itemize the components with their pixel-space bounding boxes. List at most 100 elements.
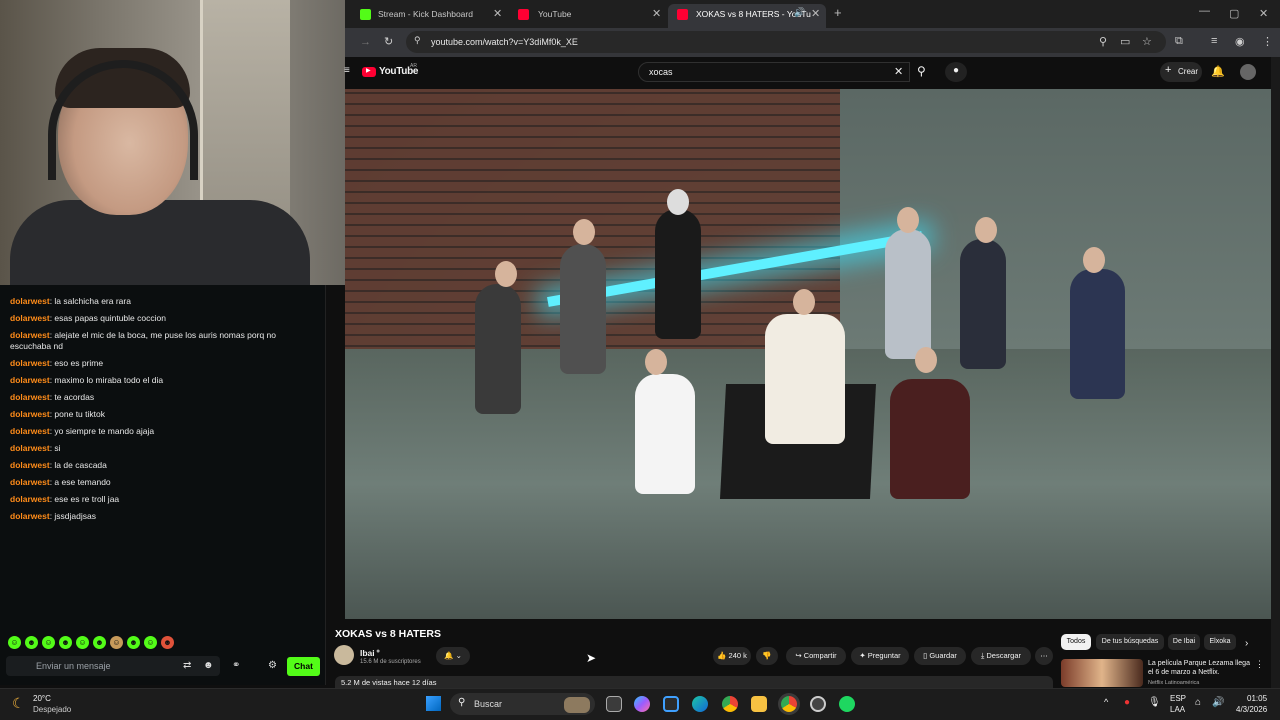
chat-send-button[interactable]: Chat bbox=[287, 657, 320, 676]
tray-app-icon[interactable]: ● bbox=[1124, 697, 1130, 708]
emote-icon[interactable]: ☻ bbox=[161, 636, 174, 649]
chat-username[interactable]: dolarwest bbox=[10, 358, 50, 368]
chip-from-searches[interactable]: De tus búsquedas bbox=[1096, 634, 1164, 650]
views-info[interactable]: 5.2 M de vistas hace 12 días bbox=[335, 676, 1053, 688]
task-view-icon[interactable] bbox=[606, 696, 622, 712]
profile-avatar-icon[interactable]: ◉ bbox=[1235, 35, 1245, 48]
chat-username[interactable]: dolarwest bbox=[10, 296, 50, 306]
chrome-icon[interactable] bbox=[722, 696, 738, 712]
more-actions-button[interactable]: ⋯ bbox=[1035, 647, 1053, 665]
recommended-thumbnail[interactable] bbox=[1061, 659, 1143, 687]
forward-icon[interactable]: → bbox=[360, 36, 371, 48]
input-language[interactable]: ESP bbox=[1170, 694, 1186, 703]
site-info-icon[interactable]: ⚲ bbox=[414, 35, 421, 46]
emoji-icon[interactable]: ☻ bbox=[203, 660, 214, 671]
copilot-icon[interactable] bbox=[634, 696, 650, 712]
maximize-icon[interactable]: ▢ bbox=[1229, 7, 1239, 20]
chat-username[interactable]: dolarwest bbox=[10, 375, 50, 385]
more-vert-icon[interactable]: ⋮ bbox=[1255, 659, 1264, 670]
clock-time[interactable]: 01:05 bbox=[1247, 694, 1267, 703]
extensions-icon[interactable]: ⧉ bbox=[1175, 35, 1183, 48]
volume-icon[interactable]: 🔊 bbox=[1212, 697, 1224, 708]
emote-icon[interactable]: ☻ bbox=[127, 636, 140, 649]
chat-username[interactable]: dolarwest bbox=[10, 409, 50, 419]
chat-username[interactable]: dolarwest bbox=[10, 392, 50, 402]
video-player[interactable] bbox=[345, 89, 1271, 619]
emote-icon[interactable]: ☻ bbox=[59, 636, 72, 649]
zoom-icon[interactable]: ⚲ bbox=[1099, 35, 1107, 48]
search-icon[interactable]: ⚲ bbox=[917, 64, 926, 78]
chip-todos[interactable]: Todos bbox=[1061, 634, 1091, 650]
download-button[interactable]: ⤓ Descargar bbox=[971, 647, 1031, 665]
emote-icon[interactable]: ☻ bbox=[25, 636, 38, 649]
store-icon[interactable] bbox=[663, 696, 679, 712]
reading-list-icon[interactable]: ≡ bbox=[1211, 35, 1217, 47]
address-bar[interactable]: youtube.com/watch?v=Y3diMf0k_XE bbox=[406, 31, 1166, 53]
cast-icon[interactable]: ▭ bbox=[1120, 35, 1130, 48]
tab-kick-dashboard[interactable]: Stream - Kick Dashboard bbox=[350, 4, 510, 28]
chat-username[interactable]: dolarwest bbox=[10, 330, 50, 340]
temperature[interactable]: 20°C bbox=[33, 694, 51, 703]
recommended-title[interactable]: La película Parque Lezama llega el 6 de … bbox=[1148, 659, 1254, 677]
chat-username[interactable]: dolarwest bbox=[10, 313, 50, 323]
account-avatar[interactable] bbox=[1240, 64, 1256, 80]
browser-menu-icon[interactable]: ⋮ bbox=[1262, 35, 1273, 48]
save-button[interactable]: ▯ Guardar bbox=[914, 647, 966, 665]
chat-username[interactable]: dolarwest bbox=[10, 511, 50, 521]
clock-date[interactable]: 4/3/2026 bbox=[1236, 705, 1267, 714]
dislike-button[interactable]: 👎 bbox=[756, 647, 778, 665]
page-scrollbar[interactable] bbox=[1271, 57, 1280, 688]
new-tab-plus-icon[interactable]: + bbox=[834, 5, 842, 20]
speaker-icon[interactable]: 🔊 bbox=[794, 7, 805, 18]
hamburger-menu-icon[interactable]: ≡ bbox=[344, 65, 350, 76]
format-icon[interactable]: ⇄ bbox=[183, 660, 191, 671]
chat-username[interactable]: dolarwest bbox=[10, 477, 50, 487]
close-tab-icon[interactable]: ✕ bbox=[493, 7, 502, 20]
tab-youtube[interactable]: YouTube bbox=[510, 4, 668, 28]
emote-icon[interactable]: ☺ bbox=[8, 636, 21, 649]
link-icon[interactable]: ⚭ bbox=[232, 660, 240, 671]
spotify-icon[interactable] bbox=[839, 696, 855, 712]
mic-tray-icon[interactable]: 🎙 bbox=[1148, 697, 1161, 708]
close-tab-icon[interactable]: ✕ bbox=[811, 7, 820, 20]
chevron-up-icon[interactable]: ^ bbox=[1104, 697, 1108, 707]
person bbox=[885, 229, 931, 359]
emote-icon[interactable]: ☻ bbox=[93, 636, 106, 649]
chat-message: dolarwest: ese es re troll jaa bbox=[0, 491, 325, 508]
clear-search-icon[interactable]: ✕ bbox=[894, 65, 903, 78]
subscribed-bell-button[interactable]: 🔔 ⌄ bbox=[436, 647, 470, 665]
emote-icon[interactable]: ☺ bbox=[76, 636, 89, 649]
chip-de-ibai[interactable]: De Ibai bbox=[1168, 634, 1200, 650]
weather-condition[interactable]: Despejado bbox=[33, 705, 71, 714]
app-icon[interactable] bbox=[810, 696, 826, 712]
file-explorer-icon[interactable] bbox=[751, 696, 767, 712]
windows-start-icon[interactable] bbox=[426, 696, 441, 711]
close-tab-icon[interactable]: ✕ bbox=[652, 7, 661, 20]
chip-elxoka[interactable]: Elxoka bbox=[1204, 634, 1236, 650]
settings-gear-icon[interactable]: ⚙ bbox=[268, 660, 277, 671]
keyboard-layout[interactable]: LAA bbox=[1170, 705, 1185, 714]
emote-icon[interactable]: ☺ bbox=[144, 636, 157, 649]
bookmark-star-icon[interactable]: ☆ bbox=[1142, 35, 1152, 48]
chat-text: te acordas bbox=[54, 392, 95, 402]
minimize-icon[interactable]: — bbox=[1199, 5, 1210, 17]
notifications-bell-icon[interactable]: 🔔 bbox=[1211, 65, 1225, 78]
emote-icon[interactable]: ☺ bbox=[110, 636, 123, 649]
reload-icon[interactable]: ↻ bbox=[384, 35, 393, 48]
chat-username[interactable]: dolarwest bbox=[10, 443, 50, 453]
emote-icon[interactable]: ☺ bbox=[42, 636, 55, 649]
close-window-icon[interactable]: ✕ bbox=[1259, 7, 1268, 20]
youtube-search-input[interactable]: xocas bbox=[638, 62, 910, 82]
chat-username[interactable]: dolarwest bbox=[10, 426, 50, 436]
chat-username[interactable]: dolarwest bbox=[10, 494, 50, 504]
ask-button[interactable]: ✦ Preguntar bbox=[851, 647, 909, 665]
chat-username[interactable]: dolarwest bbox=[10, 460, 50, 470]
share-button[interactable]: ↪ Compartir bbox=[786, 647, 846, 665]
edge-icon[interactable] bbox=[692, 696, 708, 712]
network-icon[interactable]: ⌂ bbox=[1195, 697, 1201, 708]
channel-avatar[interactable] bbox=[334, 645, 354, 665]
chevron-right-icon[interactable]: › bbox=[1245, 638, 1248, 649]
chrome-active-icon[interactable] bbox=[781, 696, 797, 712]
channel-name[interactable]: Ibai bbox=[360, 648, 375, 658]
like-button[interactable]: 👍 240 k bbox=[713, 647, 751, 665]
